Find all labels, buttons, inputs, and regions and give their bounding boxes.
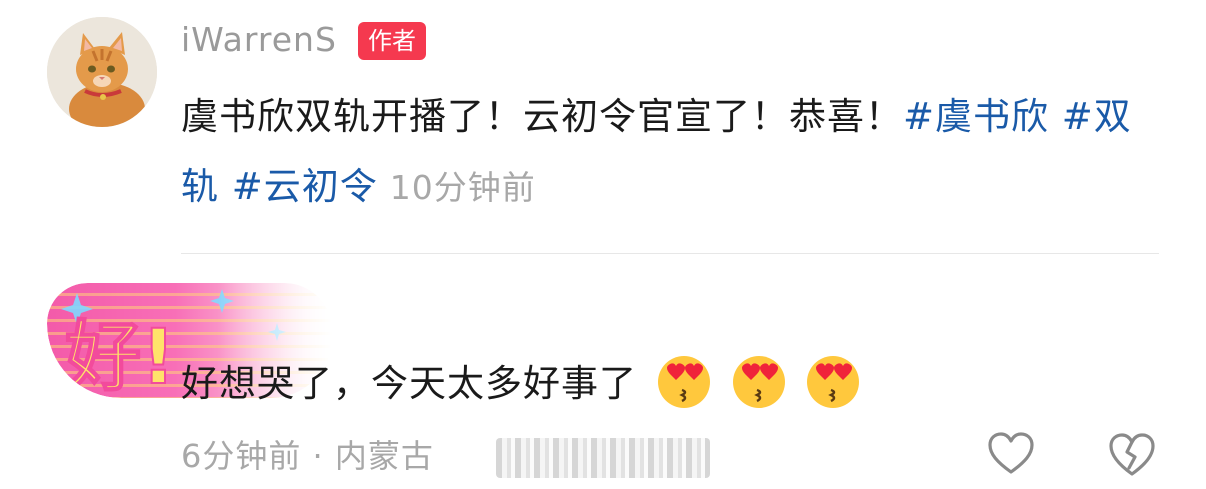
hashtag-link[interactable]: #云初令 [232, 165, 378, 208]
reply-text-block: 好想哭了，今天太多好事了 [181, 352, 861, 416]
dislike-button[interactable] [1107, 432, 1157, 478]
comment-text-block: 虞书欣双轨开播了！云初令官宣了！恭喜！#虞书欣 #双轨 #云初令 10分钟前 [181, 82, 1141, 223]
reply-text: 好想哭了，今天太多好事了 [181, 362, 637, 405]
reply-button[interactable] [496, 438, 710, 478]
heart-eyes-kiss-emoji-icon [732, 355, 785, 408]
cat-avatar-icon [47, 17, 157, 127]
broken-heart-icon [1109, 433, 1155, 476]
like-button[interactable] [987, 432, 1035, 476]
hashtag-link[interactable]: #虞书欣 [903, 95, 1049, 138]
author-badge: 作者 [358, 22, 426, 60]
reply-meta: 6分钟前 · 内蒙古 [181, 437, 434, 475]
divider [181, 253, 1159, 254]
heart-outline-icon [988, 432, 1034, 474]
comment-text: 虞书欣双轨开播了！云初令官宣了！恭喜！ [181, 95, 903, 138]
heart-eyes-kiss-emoji-icon [807, 355, 860, 408]
comment-thread: iWarrenS 作者 虞书欣双轨开播了！云初令官宣了！恭喜！#虞书欣 #双轨 … [0, 0, 1206, 489]
username[interactable]: iWarrenS [181, 20, 337, 60]
heart-eyes-kiss-emoji-icon [657, 355, 710, 408]
sticker-glyph: 好! [64, 312, 176, 398]
avatar[interactable] [47, 17, 157, 127]
comment-timestamp: 10分钟前 [389, 168, 536, 207]
